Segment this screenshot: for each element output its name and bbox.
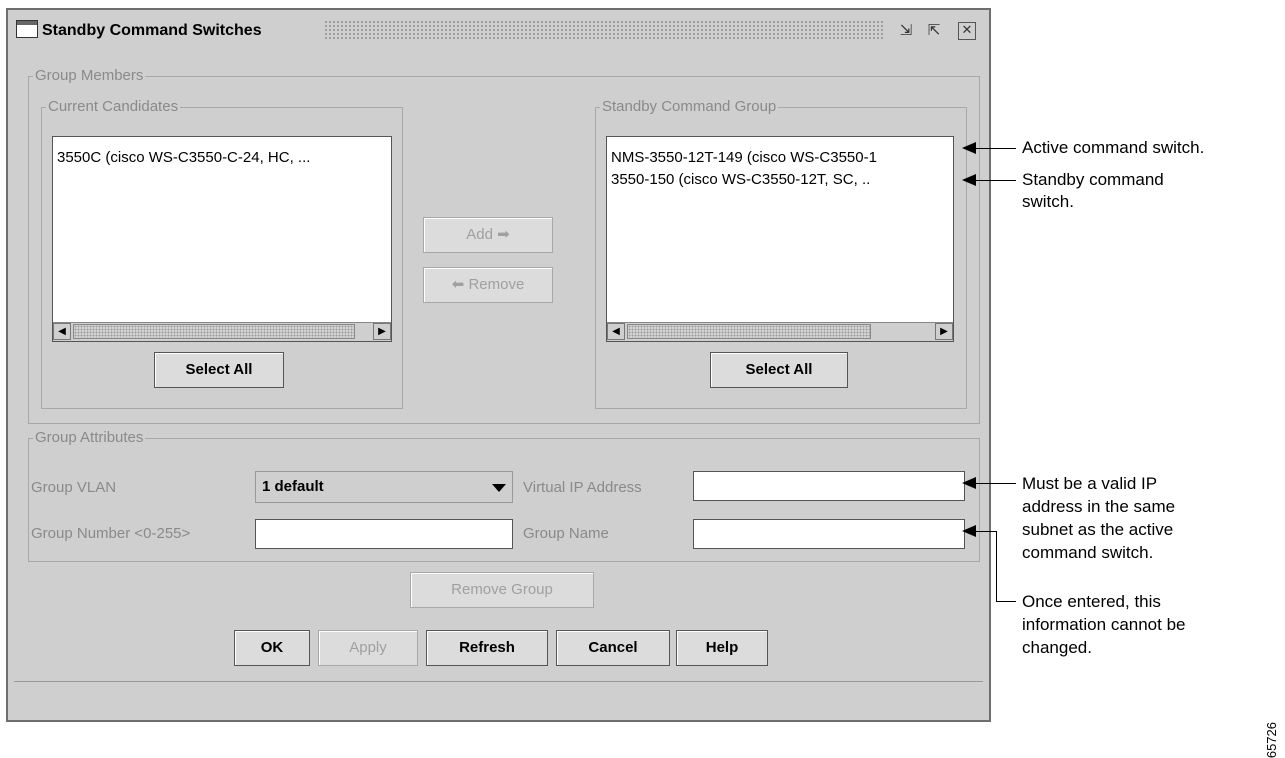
scroll-left-icon[interactable]: ◀ xyxy=(607,323,625,340)
list-item[interactable]: 3550C (cisco WS-C3550-C-24, HC, ... xyxy=(57,149,310,166)
remove-group-button[interactable]: Remove Group xyxy=(410,572,594,608)
virtual-ip-input[interactable] xyxy=(693,471,965,501)
title-bar: Standby Command Switches ⇲ ⇱ ✕ xyxy=(14,16,985,46)
cancel-button[interactable]: Cancel xyxy=(556,630,670,666)
current-candidates-legend: Current Candidates xyxy=(46,98,181,115)
ip-callout-line1: Must be a valid IP xyxy=(1022,474,1158,493)
standby-command-group-panel: Standby Command Group NMS-3550-12T-149 (… xyxy=(595,98,967,409)
once-callout-line3: changed. xyxy=(1022,638,1092,657)
scroll-right-icon[interactable]: ▶ xyxy=(935,323,953,340)
window-title: Standby Command Switches xyxy=(42,22,262,39)
group-members-legend: Group Members xyxy=(33,67,146,84)
horizontal-scrollbar[interactable]: ◀ ▶ xyxy=(53,322,391,341)
group-attributes-legend: Group Attributes xyxy=(33,429,146,446)
add-button[interactable]: Add ➡ xyxy=(423,217,553,253)
group-attributes-panel: Group Attributes Group VLAN 1 default Vi… xyxy=(28,429,980,562)
current-candidates-panel: Current Candidates 3550C (cisco WS-C3550… xyxy=(41,98,403,409)
callout-line xyxy=(974,483,1016,484)
group-number-label: Group Number <0-255> xyxy=(31,525,191,542)
group-name-input[interactable] xyxy=(693,519,965,549)
close-icon[interactable]: ✕ xyxy=(958,22,976,40)
scroll-right-icon[interactable]: ▶ xyxy=(373,323,391,340)
remove-button[interactable]: ⬅ Remove xyxy=(423,267,553,303)
group-vlan-label: Group VLAN xyxy=(31,479,117,496)
add-label: Add xyxy=(466,226,493,243)
refresh-button[interactable]: Refresh xyxy=(426,630,548,666)
arrow-left-icon: ⬅ xyxy=(451,276,465,293)
scroll-thumb[interactable] xyxy=(627,324,871,339)
standby-command-switches-window: Standby Command Switches ⇲ ⇱ ✕ Group Mem… xyxy=(6,8,991,722)
group-name-label: Group Name xyxy=(523,525,609,542)
virtual-ip-label: Virtual IP Address xyxy=(523,479,642,496)
scroll-thumb[interactable] xyxy=(73,324,355,339)
apply-button[interactable]: Apply xyxy=(318,630,418,666)
status-bar xyxy=(14,681,983,714)
callout-line xyxy=(974,180,1016,181)
maximize-icon[interactable]: ⇱ xyxy=(924,20,944,40)
select-all-standby-button[interactable]: Select All xyxy=(710,352,848,388)
select-all-candidates-button[interactable]: Select All xyxy=(154,352,284,388)
minimize-icon[interactable]: ⇲ xyxy=(896,20,916,40)
standby-command-group-legend: Standby Command Group xyxy=(600,98,779,115)
standby-callout-line1: Standby command xyxy=(1022,170,1164,189)
figure-number: 65726 xyxy=(1264,722,1279,758)
callout-line xyxy=(996,601,1016,602)
active-callout: Active command switch. xyxy=(1022,138,1205,157)
scroll-left-icon[interactable]: ◀ xyxy=(53,323,71,340)
window-icon xyxy=(16,20,38,38)
ok-button[interactable]: OK xyxy=(234,630,310,666)
group-vlan-select[interactable]: 1 default xyxy=(255,471,513,503)
list-item[interactable]: 3550-150 (cisco WS-C3550-12T, SC, .. xyxy=(611,171,870,188)
horizontal-scrollbar[interactable]: ◀ ▶ xyxy=(607,322,953,341)
title-bar-texture xyxy=(324,20,884,40)
callout-line xyxy=(974,148,1016,149)
help-button[interactable]: Help xyxy=(676,630,768,666)
group-number-input[interactable] xyxy=(255,519,513,549)
once-callout-line1: Once entered, this xyxy=(1022,592,1161,611)
list-item[interactable]: NMS-3550-12T-149 (cisco WS-C3550-1 xyxy=(611,149,877,166)
remove-label: Remove xyxy=(468,276,525,293)
chevron-down-icon xyxy=(492,484,506,492)
group-members-panel: Group Members Current Candidates 3550C (… xyxy=(28,67,980,424)
group-vlan-value: 1 default xyxy=(262,478,324,495)
ip-callout-line3: subnet as the active xyxy=(1022,520,1174,539)
standby-command-group-list[interactable]: NMS-3550-12T-149 (cisco WS-C3550-1 3550-… xyxy=(606,136,954,342)
ip-callout-line2: address in the same xyxy=(1022,497,1176,516)
callout-line-vertical xyxy=(996,531,997,601)
callout-line xyxy=(974,531,996,532)
standby-callout-line2: switch. xyxy=(1022,192,1074,211)
arrow-right-icon: ➡ xyxy=(497,226,510,243)
ip-callout-line4: command switch. xyxy=(1022,543,1154,562)
current-candidates-list[interactable]: 3550C (cisco WS-C3550-C-24, HC, ... ◀ ▶ xyxy=(52,136,392,342)
once-callout-line2: information cannot be xyxy=(1022,615,1186,634)
